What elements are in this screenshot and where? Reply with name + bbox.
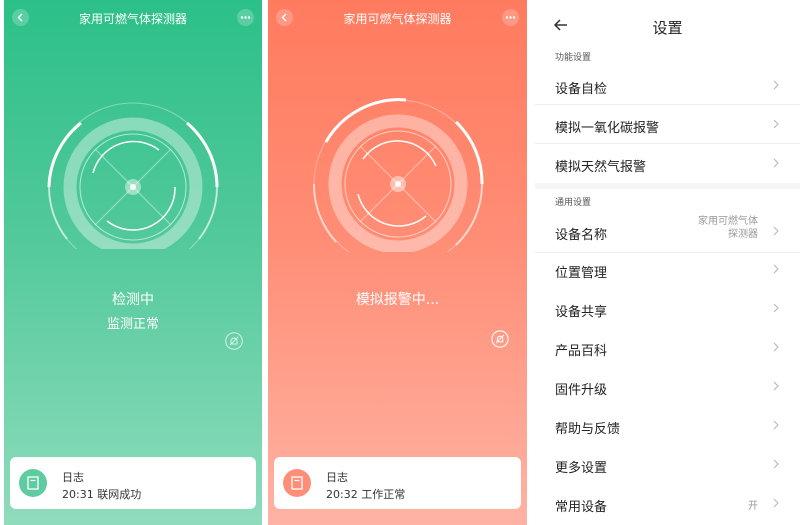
chevron-right-icon bbox=[773, 303, 779, 313]
log-card[interactable]: 日志 20:31 联网成功 bbox=[10, 457, 256, 509]
back-arrow-icon bbox=[17, 13, 23, 22]
row-label: 帮助与反馈 bbox=[555, 422, 621, 437]
log-card[interactable]: 日志 20:32 工作正常 bbox=[274, 457, 521, 509]
chevron-right-icon bbox=[773, 459, 779, 469]
settings-row-firmware[interactable]: 固件升级 bbox=[535, 367, 800, 405]
log-icon-container bbox=[283, 469, 311, 497]
section-label-general: 通用设置 bbox=[555, 198, 592, 208]
chevron-right-icon bbox=[773, 342, 779, 352]
chevron-right-icon bbox=[773, 226, 779, 236]
detector-panel-alarm: 家用可燃气体探测器 模拟报警中... 日志 20:32 工作正常 bbox=[268, 0, 527, 525]
bell-muted-icon[interactable] bbox=[491, 330, 509, 348]
settings-row-device-name[interactable]: 设备名称 家用可燃气体 探测器 bbox=[535, 210, 800, 253]
chevron-right-icon bbox=[773, 381, 779, 391]
log-latest-entry: 20:31 联网成功 bbox=[62, 488, 142, 501]
more-button[interactable] bbox=[502, 9, 519, 26]
status-text: 检测中 bbox=[112, 292, 154, 308]
row-value: 开 bbox=[748, 501, 758, 512]
row-label: 模拟一氧化碳报警 bbox=[555, 121, 660, 136]
section-label-function: 功能设置 bbox=[555, 53, 592, 63]
status-subtext: 监测正常 bbox=[106, 317, 159, 332]
settings-panel: 设置 功能设置 设备自检 模拟一氧化碳报警 模拟天然气报警 通用设置 设备名称 … bbox=[535, 0, 800, 525]
chevron-right-icon bbox=[773, 420, 779, 430]
chevron-right-icon bbox=[773, 119, 779, 129]
chevron-right-icon bbox=[773, 158, 779, 168]
settings-row-sim-gas-alarm[interactable]: 模拟天然气报警 bbox=[535, 144, 800, 182]
log-icon-container bbox=[19, 469, 47, 497]
back-arrow-icon bbox=[281, 13, 287, 22]
more-dots-icon bbox=[240, 16, 251, 19]
detection-dial bbox=[47, 102, 219, 249]
row-label: 设备共享 bbox=[555, 305, 608, 320]
row-label: 设备名称 bbox=[555, 228, 608, 243]
row-label: 产品百科 bbox=[555, 344, 608, 359]
row-label: 模拟天然气报警 bbox=[555, 160, 647, 175]
more-button[interactable] bbox=[237, 9, 254, 26]
settings-row-more[interactable]: 更多设置 bbox=[535, 445, 800, 483]
chevron-right-icon bbox=[773, 264, 779, 274]
log-latest-entry: 20:32 工作正常 bbox=[326, 488, 406, 501]
log-document-icon bbox=[27, 476, 39, 490]
log-title: 日志 bbox=[326, 471, 348, 484]
status-text: 模拟报警中... bbox=[355, 292, 440, 308]
page-title: 家用可燃气体探测器 bbox=[78, 12, 187, 26]
back-button[interactable] bbox=[12, 9, 29, 26]
page-title: 家用可燃气体探测器 bbox=[343, 12, 452, 26]
back-button[interactable] bbox=[276, 9, 293, 26]
section-divider bbox=[535, 183, 800, 189]
log-document-icon bbox=[291, 476, 303, 490]
log-title: 日志 bbox=[62, 471, 84, 484]
device-name-value-line1: 家用可燃气体 bbox=[698, 216, 758, 227]
settings-row-self-check[interactable]: 设备自检 bbox=[535, 66, 800, 105]
settings-row-sim-co-alarm[interactable]: 模拟一氧化碳报警 bbox=[535, 105, 800, 144]
chevron-right-icon bbox=[773, 80, 779, 90]
settings-row-common-device[interactable]: 常用设备 开 bbox=[535, 484, 800, 522]
settings-row-help[interactable]: 帮助与反馈 bbox=[535, 406, 800, 444]
chevron-right-icon bbox=[773, 498, 779, 508]
settings-row-location[interactable]: 位置管理 bbox=[535, 250, 800, 288]
alarm-dial bbox=[312, 98, 484, 252]
detector-panel-detecting: 家用可燃气体探测器 检测中 监测正常 日志 20:31 联网成功 bbox=[4, 0, 262, 525]
bell-muted-icon[interactable] bbox=[225, 332, 243, 350]
settings-row-share[interactable]: 设备共享 bbox=[535, 289, 800, 327]
page-title: 设置 bbox=[652, 19, 683, 37]
settings-row-wiki[interactable]: 产品百科 bbox=[535, 328, 800, 366]
row-label: 位置管理 bbox=[555, 266, 608, 281]
row-label: 常用设备 bbox=[555, 500, 608, 515]
device-name-value-line2: 探测器 bbox=[728, 229, 758, 240]
more-dots-icon bbox=[505, 16, 516, 19]
row-label: 设备自检 bbox=[555, 82, 608, 97]
top-bar: 家用可燃气体探测器 bbox=[268, 0, 527, 36]
row-label: 更多设置 bbox=[555, 461, 608, 476]
row-label: 固件升级 bbox=[555, 383, 608, 398]
top-bar: 家用可燃气体探测器 bbox=[4, 0, 262, 36]
row-value: 家用可燃气体 探测器 bbox=[678, 215, 758, 241]
